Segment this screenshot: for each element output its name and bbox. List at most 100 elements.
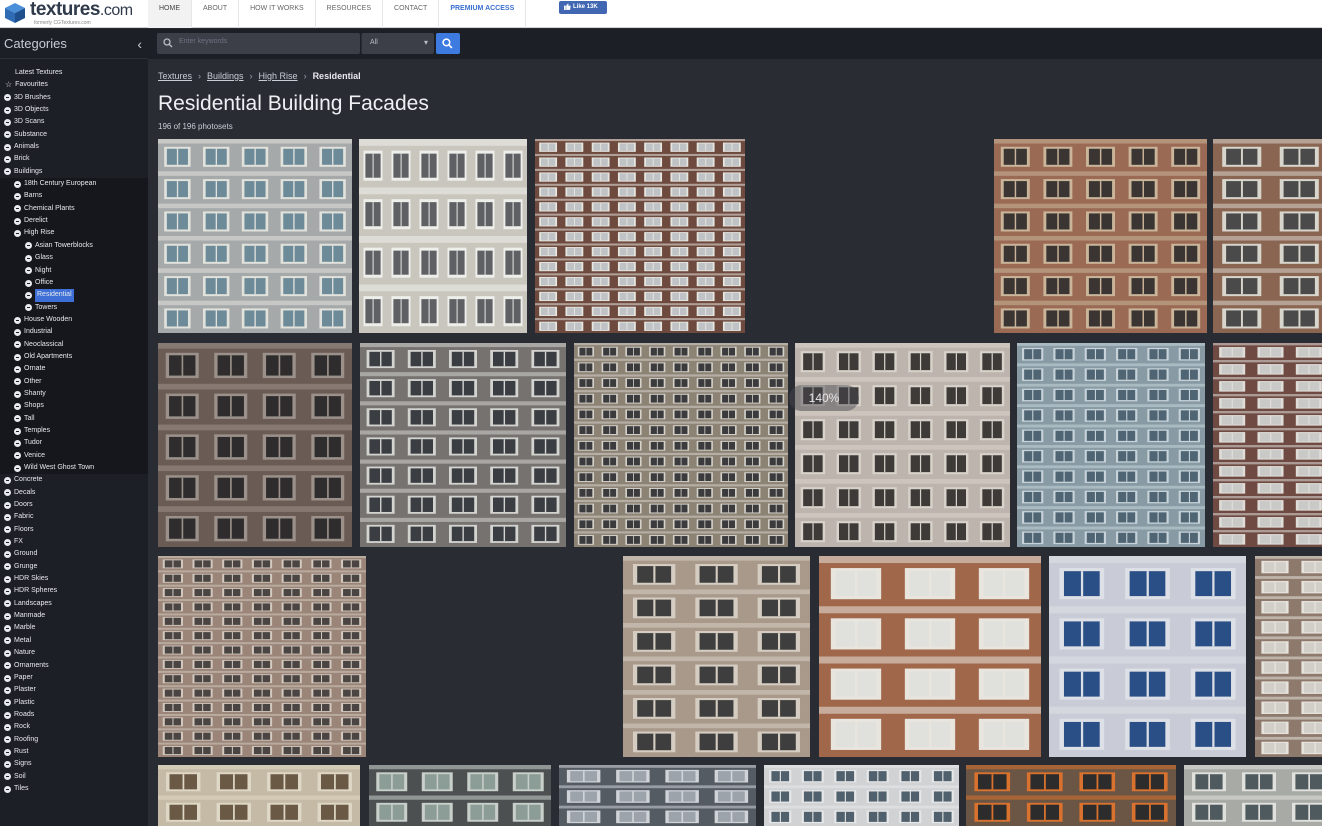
category-label: Tall <box>24 414 35 422</box>
nav-resources[interactable]: RESOURCES <box>316 0 384 28</box>
tile-facade-8[interactable] <box>574 343 788 547</box>
category-item[interactable]: Soil <box>0 771 148 783</box>
category-item[interactable]: 3D Scans <box>0 116 148 128</box>
category-item[interactable]: HDR Skies <box>0 573 148 585</box>
category-item[interactable]: Grunge <box>0 561 148 573</box>
expand-bullet-icon <box>4 711 11 719</box>
category-item[interactable]: Rust <box>0 746 148 758</box>
category-item[interactable]: Substance <box>0 129 148 141</box>
category-item[interactable]: Other <box>0 375 148 388</box>
category-item[interactable]: Ornate <box>0 363 148 376</box>
category-item[interactable]: Towers <box>0 301 148 314</box>
category-item[interactable]: Nature <box>0 647 148 659</box>
tile-facade-13[interactable] <box>623 556 810 757</box>
tile-facade-4[interactable] <box>994 139 1207 333</box>
category-item[interactable]: Decals <box>0 487 148 499</box>
category-item[interactable]: Latest Textures <box>0 67 148 79</box>
search-category-select[interactable]: All ▾ <box>361 33 434 54</box>
search-button[interactable] <box>436 33 460 54</box>
category-item[interactable]: Animals <box>0 141 148 153</box>
category-item[interactable]: Manmade <box>0 610 148 622</box>
category-item[interactable]: Office <box>0 276 148 290</box>
breadcrumb-textures[interactable]: Textures <box>158 71 192 81</box>
category-item[interactable]: Roofing <box>0 734 148 746</box>
category-item[interactable]: Barns <box>0 190 148 203</box>
site-logo[interactable]: textures.com formerly CGTextures.com <box>4 0 144 28</box>
tile-facade-15[interactable] <box>1049 556 1246 757</box>
category-item[interactable]: Residential <box>0 289 148 302</box>
facebook-like-button[interactable]: Like 13K <box>559 1 607 14</box>
tile-facade-2[interactable] <box>359 139 527 333</box>
tile-facade-6[interactable] <box>158 343 352 547</box>
category-item[interactable]: Floors <box>0 524 148 536</box>
category-item[interactable]: Brick <box>0 153 148 165</box>
search-input[interactable]: Enter keywords <box>157 33 360 54</box>
category-item[interactable]: Glass <box>0 252 148 265</box>
tile-facade-12[interactable] <box>158 556 366 757</box>
category-item[interactable]: Roads <box>0 709 148 721</box>
category-item[interactable]: Venice <box>0 449 148 462</box>
category-item[interactable]: Fabric <box>0 511 148 523</box>
category-item[interactable]: FX <box>0 536 148 548</box>
category-item[interactable]: Wild West Ghost Town <box>0 462 148 475</box>
category-item[interactable]: Rock <box>0 721 148 733</box>
tile-facade-1[interactable] <box>158 139 352 333</box>
category-item[interactable]: Buildings <box>0 166 148 178</box>
category-item[interactable]: Tudor <box>0 437 148 450</box>
tile-facade-20[interactable] <box>764 765 959 826</box>
category-item[interactable]: Concrete <box>0 474 148 486</box>
category-item[interactable]: Tall <box>0 412 148 425</box>
category-item[interactable]: 18th Century European <box>0 178 148 191</box>
category-item[interactable]: Temples <box>0 424 148 438</box>
category-item[interactable]: Landscapes <box>0 598 148 610</box>
nav-contact[interactable]: CONTACT <box>383 0 440 28</box>
category-item[interactable]: Signs <box>0 758 148 770</box>
category-item[interactable]: Ornaments <box>0 660 148 672</box>
category-item[interactable]: Tiles <box>0 783 148 795</box>
category-item[interactable]: HDR Spheres <box>0 585 148 597</box>
chevron-left-icon[interactable]: ‹ <box>137 36 142 52</box>
tile-facade-17[interactable] <box>158 765 360 826</box>
category-item[interactable]: Ground <box>0 548 148 560</box>
category-item[interactable]: Asian Towerblocks <box>0 239 148 253</box>
category-item[interactable]: Plastic <box>0 697 148 709</box>
tile-facade-11[interactable] <box>1213 343 1322 547</box>
category-item[interactable]: Metal <box>0 635 148 647</box>
category-item[interactable]: Derelict <box>0 215 148 228</box>
facade-texture-image <box>1255 556 1322 755</box>
category-item[interactable]: Industrial <box>0 326 148 339</box>
tile-facade-10[interactable] <box>1017 343 1205 547</box>
breadcrumb-high-rise[interactable]: High Rise <box>259 71 298 81</box>
category-item[interactable]: 3D Objects <box>0 104 148 116</box>
category-item[interactable]: Shanty <box>0 387 148 401</box>
nav-premium-access[interactable]: PREMIUM ACCESS <box>439 0 527 28</box>
tile-facade-5[interactable] <box>1213 139 1322 333</box>
category-item[interactable]: ☆ Favourites <box>0 79 148 91</box>
nav-home[interactable]: HOME <box>148 0 192 28</box>
tile-facade-9[interactable] <box>795 343 1010 547</box>
tile-facade-3[interactable] <box>535 139 745 333</box>
category-item[interactable]: Paper <box>0 672 148 684</box>
category-item[interactable]: Chemical Plants <box>0 202 148 216</box>
nav-how-it-works[interactable]: HOW IT WORKS <box>239 0 316 28</box>
breadcrumb-buildings[interactable]: Buildings <box>207 71 244 81</box>
category-item[interactable]: House Wooden <box>0 313 148 327</box>
category-item[interactable]: Shops <box>0 400 148 413</box>
category-item[interactable]: High Rise <box>0 227 148 240</box>
tile-facade-22[interactable] <box>1184 765 1322 826</box>
category-item[interactable]: Neoclassical <box>0 338 148 351</box>
category-item[interactable]: Doors <box>0 499 148 511</box>
category-item[interactable]: Old Apartments <box>0 350 148 364</box>
category-item[interactable]: Marble <box>0 622 148 634</box>
category-item[interactable]: Night <box>0 264 148 277</box>
tile-facade-14[interactable] <box>819 556 1041 757</box>
tile-facade-19[interactable] <box>559 765 756 826</box>
expand-bullet-icon <box>4 723 11 731</box>
nav-about[interactable]: ABOUT <box>192 0 240 28</box>
tile-facade-18[interactable] <box>369 765 551 826</box>
tile-facade-21[interactable] <box>966 765 1176 826</box>
category-item[interactable]: 3D Brushes <box>0 92 148 104</box>
category-item[interactable]: Plaster <box>0 684 148 696</box>
tile-facade-7[interactable] <box>360 343 566 547</box>
tile-facade-16[interactable] <box>1255 556 1322 757</box>
